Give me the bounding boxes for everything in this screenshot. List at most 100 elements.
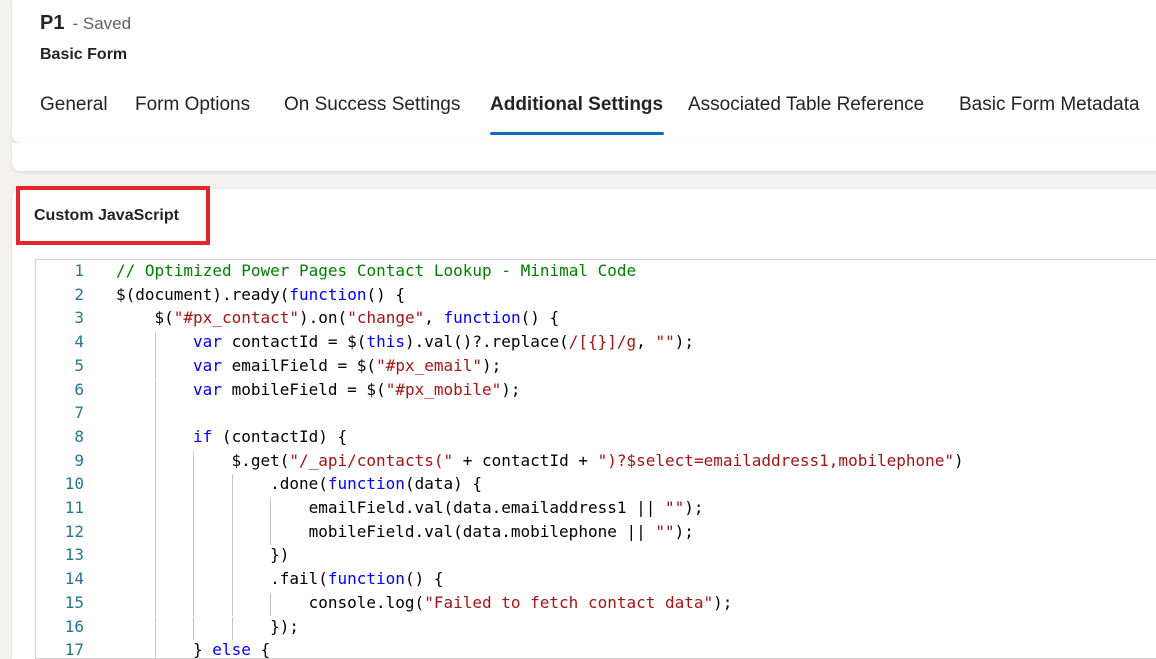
code-token: function — [289, 284, 367, 304]
code-token: , — [424, 308, 444, 328]
code-line[interactable]: 7 — [36, 403, 1156, 427]
line-number: 14 — [64, 569, 84, 589]
line-code: // Optimized Power Pages Contact Lookup … — [116, 261, 636, 280]
code-line[interactable]: 3 $("#px_contact").on("change", function(… — [36, 308, 1156, 332]
code-token: emailField.val(data.emailaddress1 || — [308, 498, 666, 517]
code-token: if — [193, 426, 213, 446]
code-token: "#px_contact" — [173, 308, 300, 328]
code-line[interactable]: 1 // Optimized Power Pages Contact Lookup… — [36, 261, 1156, 285]
tab-on-success-settings[interactable]: On Success Settings — [284, 94, 460, 116]
line-code: }); — [270, 617, 299, 636]
code-editor[interactable]: 1 // Optimized Power Pages Contact Lookup… — [35, 259, 1156, 659]
line-number: 15 — [64, 592, 84, 612]
header-spacer — [12, 143, 1156, 171]
code-token: "#px_mobile" — [385, 379, 502, 399]
line-code: $(document).ready(function() { — [116, 285, 405, 304]
indent-guide — [154, 474, 156, 498]
line-number: 2 — [74, 284, 84, 304]
code-token: "" — [665, 498, 685, 517]
line-code: var mobileField = $("#px_mobile"); — [193, 380, 521, 399]
code-token: function — [327, 569, 405, 589]
active-tab-indicator — [490, 132, 664, 135]
code-line[interactable]: 14 .fail(function() { — [36, 569, 1156, 593]
code-line[interactable]: 2 $(document).ready(function() { — [36, 285, 1156, 309]
section-label: Custom JavaScript — [34, 207, 179, 224]
title-row: P1 - Saved — [40, 12, 131, 35]
code-token: ).val()?.replace( — [404, 332, 569, 352]
code-token: .done( — [270, 474, 328, 494]
code-token: ); — [713, 592, 733, 612]
indent-guide — [270, 592, 272, 617]
line-number: 1 — [74, 261, 84, 280]
indent-guide — [193, 616, 195, 641]
code-token: }); — [270, 616, 299, 636]
code-line[interactable]: 16}); — [36, 617, 1156, 641]
line-code: .fail(function() { — [270, 569, 443, 588]
code-token: var — [193, 332, 222, 352]
line-number: 7 — [74, 403, 84, 423]
indent-guide — [193, 521, 195, 546]
indent-guide — [154, 616, 156, 641]
code-line[interactable]: 10 .done(function(data) { — [36, 474, 1156, 498]
tab-form-options[interactable]: Form Options — [135, 94, 250, 116]
code-token: "/_api/contacts(" — [289, 450, 454, 470]
indent-guide — [193, 450, 195, 475]
line-code: $.get("/_api/contacts(" + contactId + ")… — [232, 451, 964, 470]
code-token: .fail( — [270, 569, 328, 589]
code-line[interactable]: 13}) — [36, 545, 1156, 569]
code-token: $( — [154, 308, 174, 328]
indent-guide — [154, 569, 156, 593]
line-code: .done(function(data) { — [270, 474, 482, 493]
code-token: /[{}]/g — [568, 332, 637, 352]
tab-basic-form-metadata[interactable]: Basic Form Metadata — [959, 94, 1140, 116]
code-line[interactable]: 8 if (contactId) { — [36, 427, 1156, 451]
code-token: $(document).ready( — [116, 284, 290, 304]
code-token: ).on( — [299, 308, 348, 328]
code-line[interactable]: 5 var emailField = $("#px_email"); — [36, 356, 1156, 380]
code-token: function — [327, 474, 405, 494]
line-code: console.log("Failed to fetch contact dat… — [309, 593, 733, 612]
indent-guide — [154, 592, 156, 617]
code-line[interactable]: 15 console.log("Failed to fetch contact d… — [36, 593, 1156, 617]
form-type-label: Basic Form — [40, 46, 128, 63]
indent-guide — [231, 592, 233, 617]
line-number: 11 — [64, 498, 84, 517]
code-token: "" — [655, 521, 675, 541]
code-token: emailField = $( — [221, 355, 377, 375]
line-number: 9 — [74, 450, 84, 470]
code-line[interactable]: 4 var contactId = $(this).val()?.replace(… — [36, 332, 1156, 356]
line-code: $("#px_contact").on("change", function()… — [155, 308, 560, 327]
code-line[interactable]: 9 $.get("/_api/contacts(" + contactId + "… — [36, 451, 1156, 475]
tab-additional-settings[interactable]: Additional Settings — [490, 94, 663, 116]
code-token: () { — [366, 284, 405, 304]
indent-guide — [231, 521, 233, 546]
line-number: 5 — [74, 355, 84, 375]
line-number: 12 — [64, 521, 84, 541]
code-token: (data) { — [404, 474, 482, 494]
form-header: P1 - Saved Basic Form General Form Optio… — [12, 0, 1156, 143]
indent-guide — [231, 498, 233, 522]
code-token: "change" — [347, 308, 425, 328]
code-token: }) — [270, 545, 290, 565]
tab-associated-table-reference[interactable]: Associated Table Reference — [688, 94, 924, 116]
code-token: () { — [520, 308, 560, 328]
line-code: var emailField = $("#px_email"); — [193, 356, 501, 375]
code-token: ); — [482, 355, 502, 375]
indent-guide — [154, 545, 156, 570]
code-token: "#px_email" — [376, 355, 483, 375]
tab-general[interactable]: General — [40, 94, 108, 116]
indent-guide — [231, 616, 233, 641]
code-line[interactable]: 11 emailField.val(data.emailaddress1 || "… — [36, 498, 1156, 522]
page-title: P1 — [40, 12, 65, 34]
indent-guide — [231, 569, 233, 593]
save-status: - Saved — [72, 14, 132, 33]
line-code: }) — [270, 545, 289, 564]
code-token: ); — [674, 521, 694, 541]
code-token: mobileField.val(data.mobilephone || — [308, 521, 656, 541]
code-line[interactable]: 6 var mobileField = $("#px_mobile"); — [36, 380, 1156, 404]
code-token: $.get( — [231, 450, 290, 470]
indent-guide — [154, 498, 156, 522]
line-code: mobileField.val(data.mobilephone || ""); — [309, 522, 694, 541]
indent-guide — [193, 569, 195, 593]
code-line[interactable]: 12 mobileField.val(data.mobilephone || ""… — [36, 522, 1156, 546]
